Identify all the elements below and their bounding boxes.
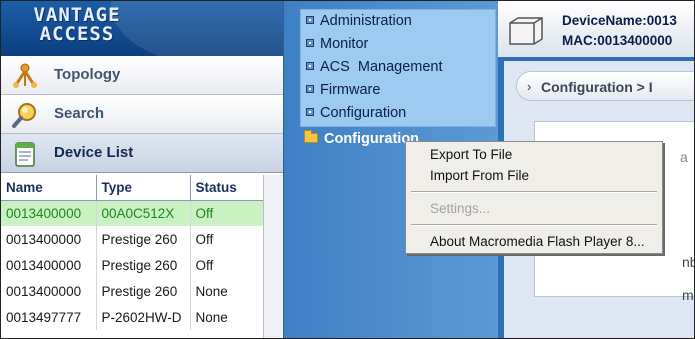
vantage-access-logo: VANTAGE ACCESS: [1, 1, 283, 56]
device-table: Name Type Status 0013400000 00A0C512X Of…: [1, 175, 264, 330]
sidebar-item-label: Search: [54, 105, 105, 122]
table-row[interactable]: 0013400000 00A0C512X Off: [1, 200, 264, 226]
topology-icon: [11, 62, 39, 90]
bullet-icon: [306, 108, 314, 116]
bullet-icon: [306, 39, 314, 47]
sidebar-item-label: Device List: [54, 144, 134, 161]
cell-name: 0013400000: [1, 226, 97, 252]
magnifier-icon: [11, 101, 39, 129]
sidebar-item-label: Topology: [54, 66, 121, 83]
menu-item-monitor[interactable]: Monitor: [306, 36, 368, 52]
context-menu: Export To File Import From File Settings…: [405, 141, 663, 254]
column-header-type[interactable]: Type: [96, 175, 191, 201]
cell-name: 0013400000: [1, 252, 97, 278]
cell-status: Off: [190, 252, 264, 278]
left-panel: VANTAGE ACCESS Topology Search Device Li…: [1, 1, 283, 338]
panel-text-fragment: a: [680, 149, 688, 165]
cell-type: Prestige 260: [96, 252, 191, 278]
cell-type: P-2602HW-D: [96, 304, 191, 330]
sidebar-item-topology[interactable]: Topology: [1, 56, 283, 95]
breadcrumb-text[interactable]: Configuration > I: [541, 79, 653, 95]
column-header-name[interactable]: Name: [1, 175, 97, 201]
table-row[interactable]: 0013400000 Prestige 260 Off: [1, 226, 264, 252]
menu-item-label: Monitor: [320, 36, 369, 52]
cell-name: 0013497777: [1, 304, 97, 330]
sidebar-item-device-list[interactable]: Device List: [1, 134, 283, 173]
cell-status: Off: [190, 200, 264, 226]
menu-item-label: Configuration: [320, 105, 407, 121]
table-row[interactable]: 0013497777 P-2602HW-D None: [1, 304, 264, 330]
menu-item-label: ACS Management: [320, 59, 443, 75]
bullet-icon: [306, 16, 314, 24]
cell-name: 0013400000: [1, 200, 97, 226]
cell-name: 0013400000: [1, 278, 97, 304]
device-mac-label: MAC:0013400000: [562, 33, 673, 48]
menu-separator: [411, 191, 657, 193]
configuration-folder[interactable]: Configuration: [304, 130, 419, 147]
bullet-icon: [306, 62, 314, 70]
context-menu-about-flash-player[interactable]: About Macromedia Flash Player 8...: [430, 234, 645, 249]
menu-item-label: Administration: [320, 13, 412, 29]
menu-item-firmware[interactable]: Firmware: [306, 82, 380, 98]
menu-item-administration[interactable]: Administration: [306, 13, 412, 29]
table-row[interactable]: 0013400000 Prestige 260 Off: [1, 252, 264, 278]
cell-status: Off: [190, 226, 264, 252]
table-row[interactable]: 0013400000 Prestige 260 None: [1, 278, 264, 304]
context-menu-settings: Settings...: [430, 201, 491, 216]
sidebar-item-search[interactable]: Search: [1, 95, 283, 134]
device-icon: [508, 15, 544, 45]
cell-status: None: [190, 278, 264, 304]
chevron-right-icon: ›: [527, 79, 532, 94]
context-menu-export-to-file[interactable]: Export To File: [430, 147, 512, 162]
application-window: VANTAGE ACCESS Topology Search Device Li…: [0, 0, 695, 339]
panel-text-fragment: m: [682, 287, 694, 303]
bullet-icon: [306, 85, 314, 93]
column-header-status[interactable]: Status: [190, 175, 264, 201]
device-name-label: DeviceName:0013: [562, 13, 677, 28]
menu-item-configuration[interactable]: Configuration: [306, 105, 406, 121]
context-menu-import-from-file[interactable]: Import From File: [430, 168, 529, 183]
logo-line-2: ACCESS: [39, 23, 115, 45]
cell-type: 00A0C512X: [96, 200, 191, 226]
table-header-row: Name Type Status: [1, 175, 264, 201]
cell-type: Prestige 260: [96, 278, 191, 304]
cell-type: Prestige 260: [96, 226, 191, 252]
device-header: DeviceName:0013 MAC:0013400000: [498, 1, 694, 57]
breadcrumb: › Configuration > I: [516, 71, 694, 101]
menu-item-acs-management[interactable]: ACS Management: [306, 59, 443, 75]
panel-text-fragment: nb: [682, 254, 694, 270]
table-scrollbar[interactable]: [263, 175, 283, 338]
folder-icon: [304, 130, 318, 143]
menu-separator: [411, 224, 657, 226]
cell-status: None: [190, 304, 264, 330]
logo-text: VANTAGE ACCESS: [13, 6, 141, 44]
notepad-icon: [11, 140, 39, 168]
menu-item-label: Firmware: [320, 82, 381, 98]
